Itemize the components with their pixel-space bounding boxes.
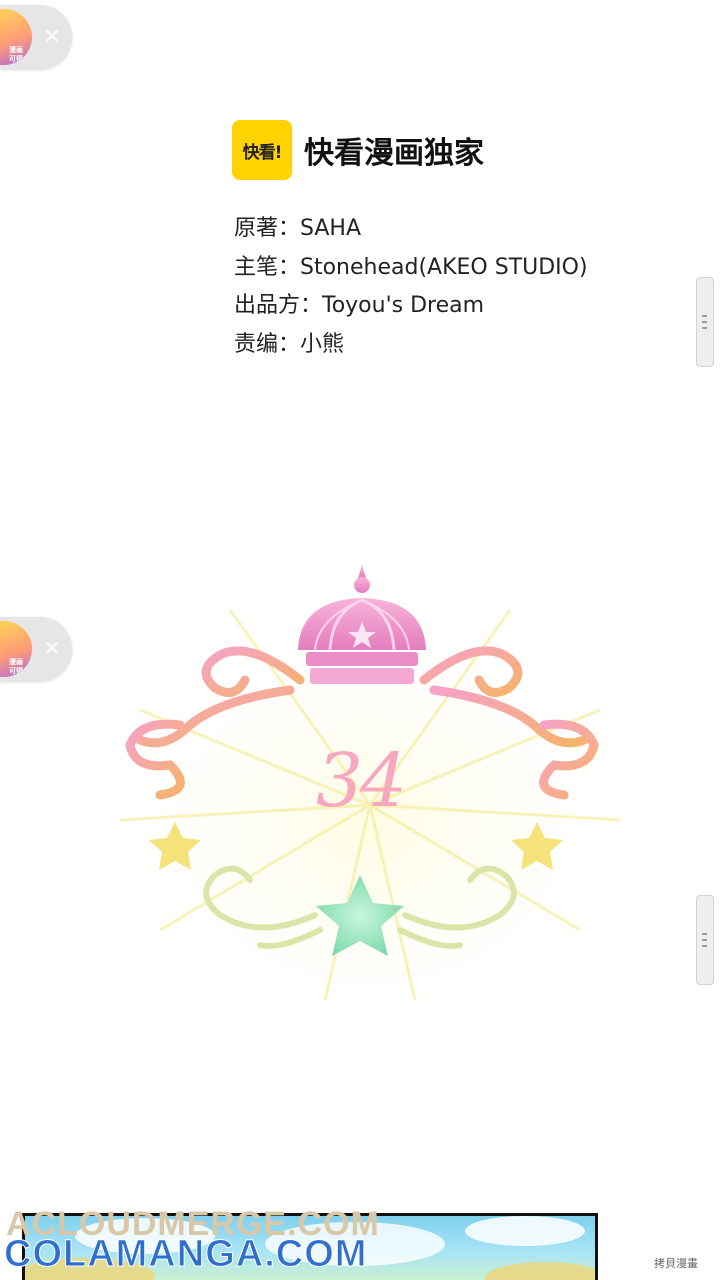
promo-thumbnail[interactable]: 漫画 可得 xyxy=(0,9,32,65)
credit-original-author: 原著：SAHA xyxy=(234,216,362,241)
grip-icon xyxy=(702,327,707,329)
scroll-handle[interactable] xyxy=(696,895,714,985)
grip-icon xyxy=(702,321,707,323)
promo-text: 可得 xyxy=(9,667,23,675)
kuaikan-logo-icon: 快看! xyxy=(232,120,292,180)
watermark-text: COLAMANGA.COM xyxy=(3,1233,368,1276)
close-icon[interactable]: ✕ xyxy=(40,24,64,48)
promo-thumbnail[interactable]: 漫画 可得 xyxy=(0,621,32,677)
grip-icon xyxy=(702,939,707,941)
credit-main-artist: 主笔：Stonehead(AKEO STUDIO) xyxy=(234,254,588,280)
close-icon[interactable]: ✕ xyxy=(40,636,64,660)
chapter-number: 34 xyxy=(315,738,407,824)
corner-watermark: 拷貝漫畫 xyxy=(654,1257,698,1270)
grip-icon xyxy=(702,933,707,935)
grip-icon xyxy=(702,315,707,317)
publisher-logo: 快看! 快看漫画独家 xyxy=(232,120,484,180)
floating-promo-badge[interactable]: 漫画 可得 ✕ xyxy=(0,617,72,681)
scroll-handle[interactable] xyxy=(696,277,714,367)
promo-text: 可得 xyxy=(9,55,23,63)
credits-block: 原著：SAHA 主笔：Stonehead(AKEO STUDIO) 出品方：To… xyxy=(234,210,588,364)
floating-promo-badge[interactable]: 漫画 可得 ✕ xyxy=(0,5,72,69)
grip-icon xyxy=(702,945,707,947)
credit-editor: 责编：小熊 xyxy=(234,331,345,357)
exclusive-label: 快看漫画独家 xyxy=(304,136,484,171)
credit-producer: 出品方：Toyou's Dream xyxy=(234,293,485,318)
